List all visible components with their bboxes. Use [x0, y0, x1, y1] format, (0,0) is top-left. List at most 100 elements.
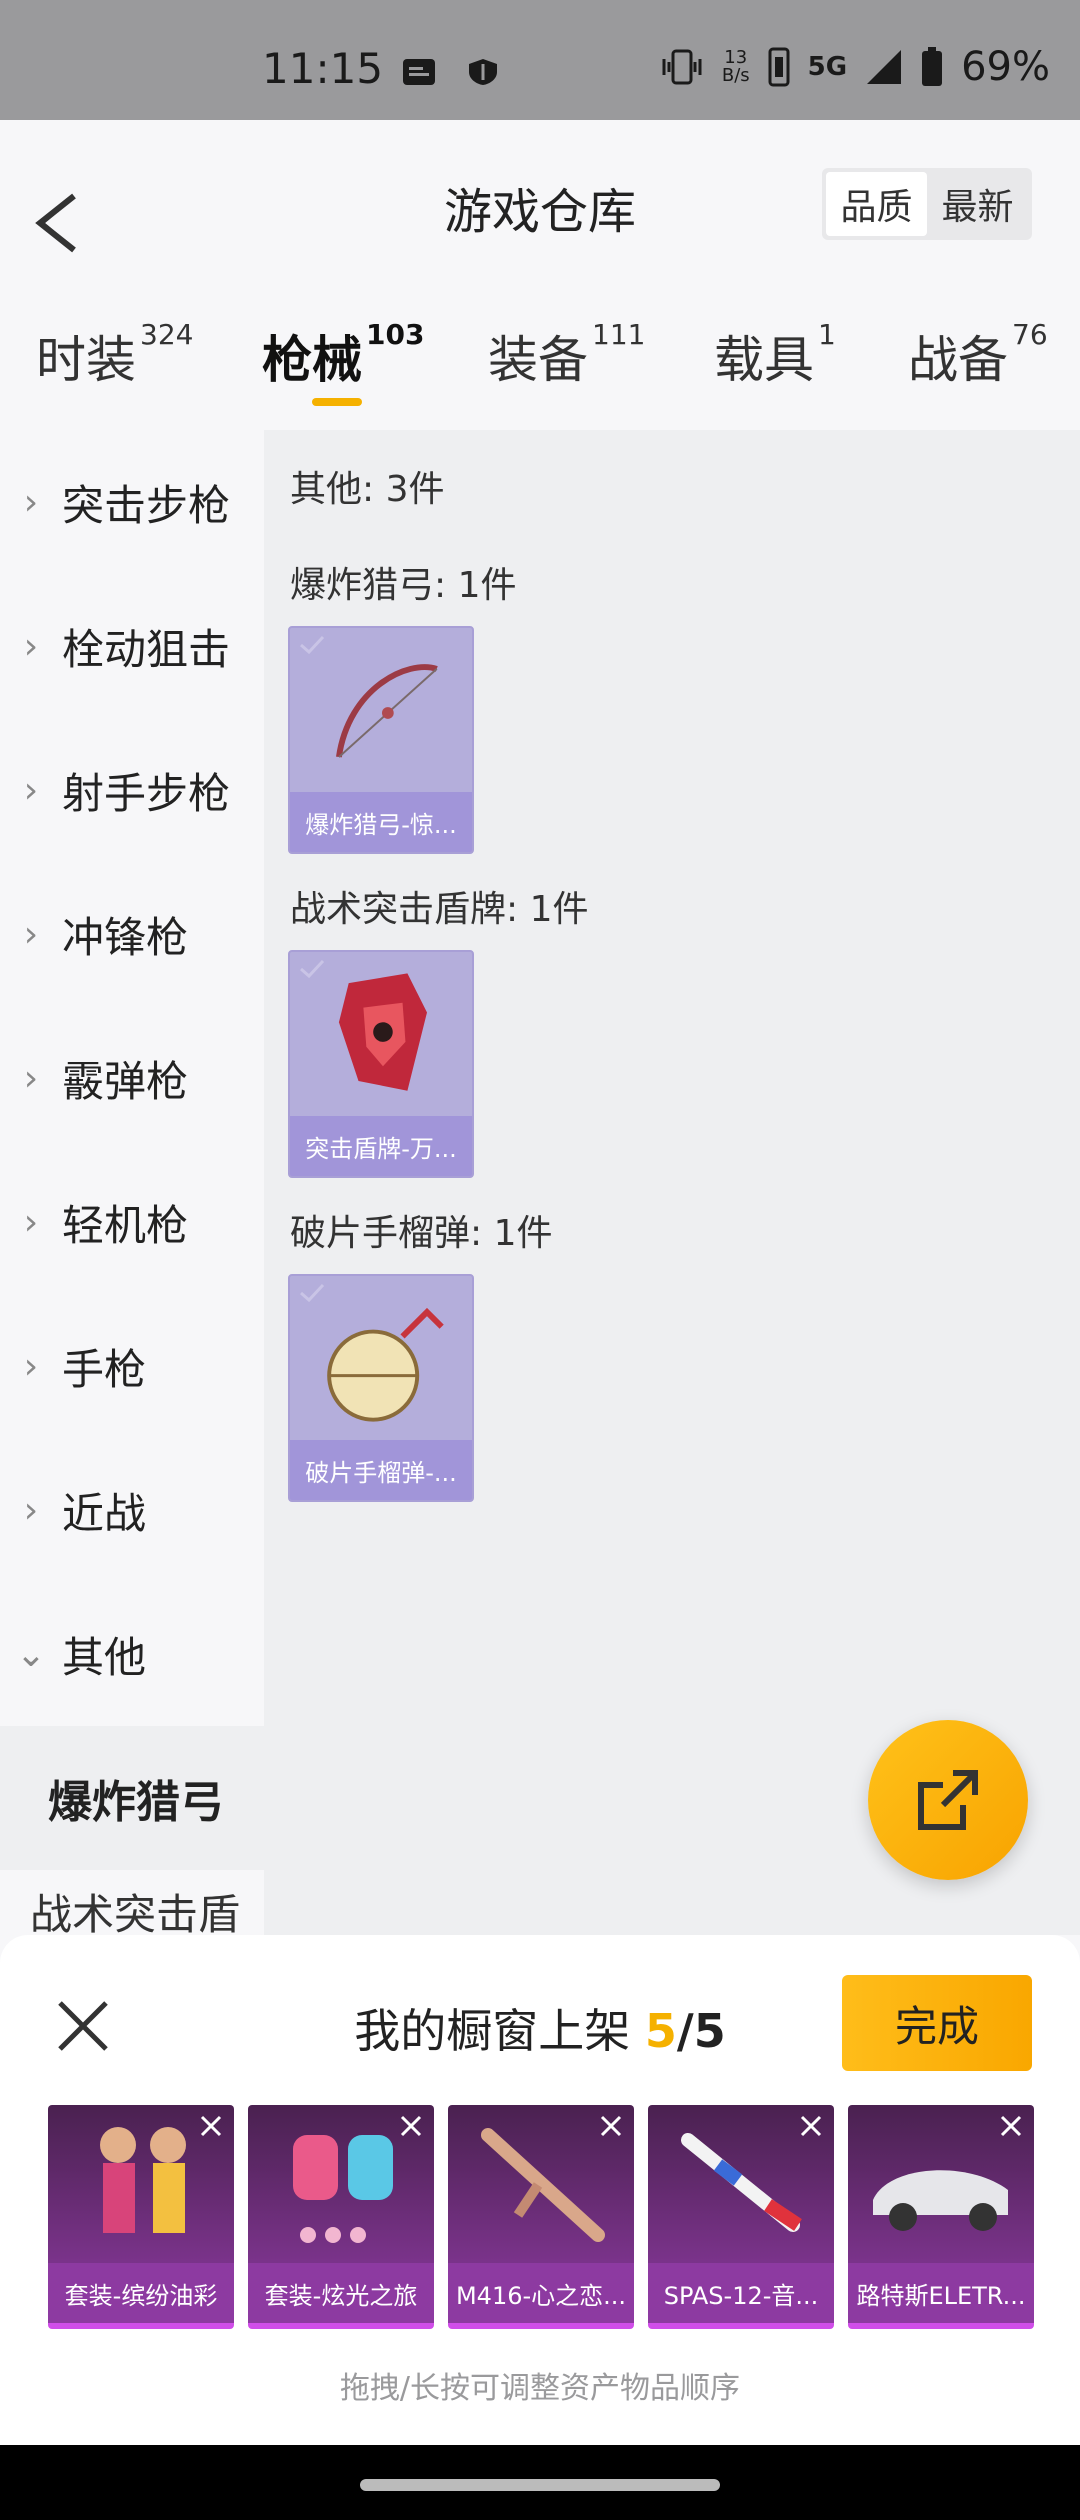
sidebar-item-pistol[interactable]: › 手枪: [0, 1294, 264, 1438]
item-card[interactable]: 破片手榴弹-...: [288, 1274, 474, 1502]
net-speed: 13 B/s: [722, 49, 750, 85]
chevron-right-icon: ›: [23, 1489, 39, 1531]
showcase-slot[interactable]: 路特斯ELETR...: [848, 2105, 1034, 2329]
tab-fashion[interactable]: 时装 324: [36, 318, 194, 392]
sim-icon: [768, 47, 790, 87]
remove-icon[interactable]: [394, 2109, 428, 2143]
tab-equipment[interactable]: 装备 111: [488, 318, 645, 392]
slot-label: SPAS-12-音...: [648, 2263, 834, 2323]
system-nav-bar: [0, 2445, 1080, 2520]
slot-label: 路特斯ELETR...: [848, 2263, 1034, 2323]
net-speed-unit: B/s: [721, 65, 750, 86]
sidebar-item-assault-rifle[interactable]: › 突击步枪: [0, 430, 264, 574]
sidebar-item-shotgun[interactable]: › 霰弹枪: [0, 1006, 264, 1150]
category-summary: 其他: 3件: [290, 469, 445, 510]
item-list: 其他: 3件 爆炸猎弓: 1件 爆炸猎弓-惊... 战术突击盾牌: 1件 突击盾…: [264, 430, 1080, 1935]
sort-quality-button[interactable]: 品质: [826, 172, 927, 236]
tab-firearms[interactable]: 枪械 103: [262, 318, 424, 392]
group-title: 爆炸猎弓: 1件: [290, 565, 517, 606]
sidebar-item-bolt-sniper[interactable]: › 栓动狙击: [0, 574, 264, 718]
showcase-title-text: 我的橱窗上架: [354, 2004, 631, 2058]
tab-label: 战备: [908, 331, 1008, 389]
tab-vehicles[interactable]: 载具 1: [714, 318, 836, 392]
sidebar-subitem-shield[interactable]: 战术突击盾牌: [0, 1870, 264, 1935]
sidebar-item-label: 霰弹枪: [62, 1056, 189, 1106]
remove-icon[interactable]: [194, 2109, 228, 2143]
signal-icon: [867, 50, 902, 84]
item-label: 爆炸猎弓-惊...: [290, 792, 472, 852]
sidebar-item-marksman-rifle[interactable]: › 射手步枪: [0, 718, 264, 862]
share-icon: [918, 1770, 978, 1830]
remove-icon[interactable]: [994, 2109, 1028, 2143]
chevron-right-icon: ›: [23, 1057, 39, 1099]
sidebar-item-label: 射手步枪: [62, 768, 231, 818]
sidebar-item-other[interactable]: ⌄ 其他: [0, 1582, 264, 1726]
tab-count: 324: [140, 318, 194, 351]
category-sidebar: › 突击步枪 › 栓动狙击 › 射手步枪 › 冲锋枪 › 霰弹枪 › 轻机枪 › 手枪 › 近战…: [0, 430, 264, 1935]
slot-label: 套装-缤纷油彩: [48, 2263, 234, 2323]
sidebar-subitem-explosive-bow[interactable]: 爆炸猎弓: [0, 1726, 264, 1870]
chevron-right-icon: ›: [23, 625, 39, 667]
showcase-count: 5: [644, 2004, 677, 2058]
status-time: 11:15: [262, 44, 384, 93]
sort-latest-button[interactable]: 最新: [927, 172, 1028, 236]
active-tab-indicator: [312, 398, 362, 406]
battery-level: 69%: [961, 44, 1050, 90]
item-label: 突击盾牌-万...: [290, 1116, 472, 1176]
sidebar-subitem-label: 爆炸猎弓: [48, 1777, 224, 1828]
item-card[interactable]: 突击盾牌-万...: [288, 950, 474, 1178]
status-right: 13 B/s 5G 69%: [660, 44, 1050, 90]
shield-icon: [469, 59, 497, 85]
chevron-right-icon: ›: [23, 769, 39, 811]
showcase-slot[interactable]: 套装-缤纷油彩: [48, 2105, 234, 2329]
status-bar: 11:15 13 B/s 5G 69%: [0, 0, 1080, 120]
home-indicator[interactable]: [360, 2479, 720, 2491]
showcase-total: /5: [676, 2004, 726, 2058]
remove-icon[interactable]: [594, 2109, 628, 2143]
message-icon: [403, 59, 435, 85]
showcase-sheet: 我的橱窗上架 5/5 完成 套装-缤纷油彩 套装-炫光之旅 M416-心之恋..…: [0, 1935, 1080, 2445]
shield-item-image: [338, 973, 427, 1091]
sidebar-subitem-label: 战术突击盾牌: [30, 1890, 241, 1935]
network-type: 5G: [807, 52, 848, 82]
grenade-image: [327, 1307, 444, 1422]
tab-label: 时装: [36, 331, 136, 389]
sidebar-item-melee[interactable]: › 近战: [0, 1438, 264, 1582]
slot-label: M416-心之恋...: [448, 2263, 634, 2323]
tab-count: 76: [1012, 318, 1048, 351]
tab-supplies[interactable]: 战备 76: [908, 318, 1048, 392]
showcase-slot[interactable]: SPAS-12-音...: [648, 2105, 834, 2329]
sidebar-item-lmg[interactable]: › 轻机枪: [0, 1150, 264, 1294]
tab-label: 装备: [488, 331, 588, 389]
reorder-hint: 拖拽/长按可调整资产物品顺序: [339, 2371, 741, 2406]
showcase-slot[interactable]: 套装-炫光之旅: [248, 2105, 434, 2329]
share-button[interactable]: [868, 1720, 1028, 1880]
showcase-slot[interactable]: M416-心之恋...: [448, 2105, 634, 2329]
done-button[interactable]: 完成: [842, 1975, 1032, 2071]
bow-image: [336, 664, 438, 758]
sidebar-item-label: 手枪: [62, 1344, 147, 1394]
chevron-down-icon: ⌄: [15, 1633, 47, 1675]
chevron-right-icon: ›: [23, 1201, 39, 1243]
item-label: 破片手榴弹-...: [290, 1440, 472, 1500]
group-title: 战术突击盾牌: 1件: [290, 889, 589, 930]
group-title: 破片手榴弹: 1件: [290, 1213, 553, 1254]
chevron-right-icon: ›: [23, 1345, 39, 1387]
sort-toggle: 品质 最新: [822, 168, 1032, 240]
sidebar-item-label: 突击步枪: [62, 480, 231, 530]
chevron-right-icon: ›: [23, 913, 39, 955]
sidebar-item-label: 其他: [62, 1632, 147, 1682]
chevron-right-icon: ›: [23, 481, 39, 523]
tab-label: 载具: [714, 331, 814, 389]
category-tabs: 时装 324 枪械 103 装备 111 载具 1 战备 76: [0, 318, 1080, 410]
sidebar-item-label: 轻机枪: [62, 1200, 189, 1250]
sidebar-item-smg[interactable]: › 冲锋枪: [0, 862, 264, 1006]
slot-label: 套装-炫光之旅: [248, 2263, 434, 2323]
remove-icon[interactable]: [794, 2109, 828, 2143]
battery-icon: [922, 47, 943, 86]
vibrate-icon: [662, 49, 702, 85]
sidebar-item-label: 冲锋枪: [62, 912, 189, 962]
item-card[interactable]: 爆炸猎弓-惊...: [288, 626, 474, 854]
header: 游戏仓库 品质 最新 时装 324 枪械 103 装备 111 载具 1 战备 76: [0, 120, 1080, 410]
sidebar-item-label: 栓动狙击: [62, 624, 231, 674]
